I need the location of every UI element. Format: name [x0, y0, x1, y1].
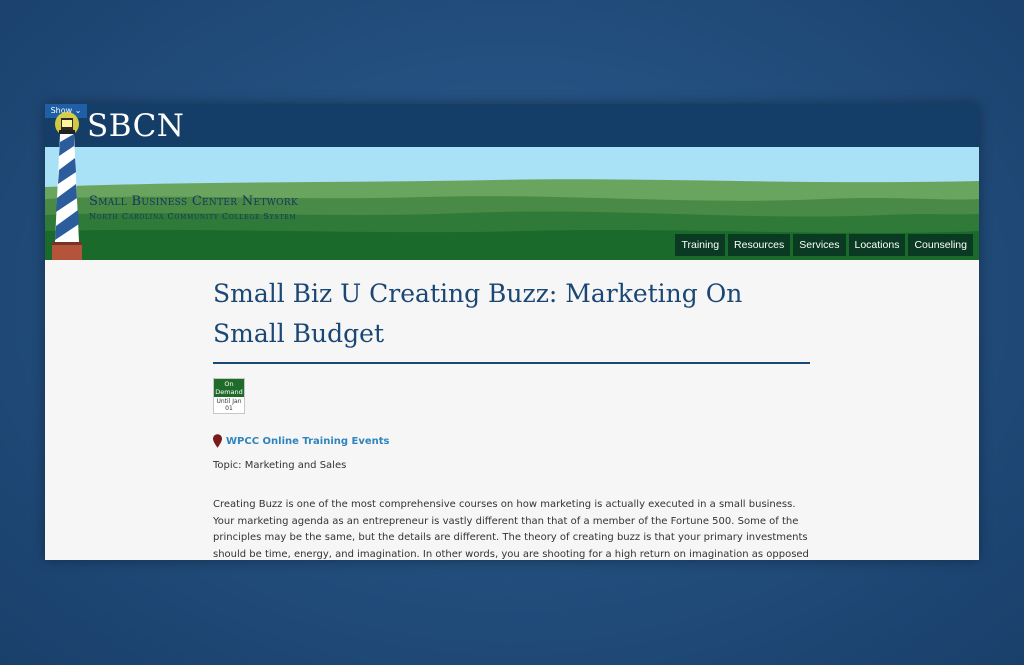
page-title: Small Biz U Creating Buzz: Marketing On … — [213, 279, 743, 348]
event-description: Creating Buzz is one of the most compreh… — [213, 499, 809, 560]
site-header: Show ⌄ SBCN — [45, 104, 979, 147]
map-pin-icon — [213, 434, 222, 448]
location-link[interactable]: WPCC Online Training Events — [226, 436, 390, 447]
date-badge-status: On Demand — [214, 379, 244, 397]
event-content: Small Biz U Creating Buzz: Marketing On … — [213, 274, 813, 560]
org-subtitle: North Carolina Community College System — [89, 212, 297, 221]
title-divider — [213, 362, 810, 364]
nav-resources[interactable]: Resources — [728, 234, 791, 256]
nav-training[interactable]: Training — [675, 234, 726, 256]
event-topic: Topic: Marketing and Sales — [213, 460, 347, 471]
main-nav: Training Resources Services Locations Co… — [675, 234, 973, 256]
date-badge: On Demand Until Jan 01 — [213, 378, 245, 414]
date-badge-date: Until Jan 01 — [216, 398, 242, 412]
nav-locations[interactable]: Locations — [848, 234, 906, 256]
browser-frame: Show ⌄ SBCN Small Business Center Networ… — [45, 104, 979, 560]
location-row: WPCC Online Training Events — [213, 434, 813, 448]
nav-counseling[interactable]: Counseling — [908, 234, 973, 256]
nav-services[interactable]: Services — [793, 234, 846, 256]
site-logo-text[interactable]: SBCN — [87, 108, 184, 144]
org-name: Small Business Center Network — [89, 194, 298, 209]
lighthouse-logo-icon — [52, 112, 82, 260]
